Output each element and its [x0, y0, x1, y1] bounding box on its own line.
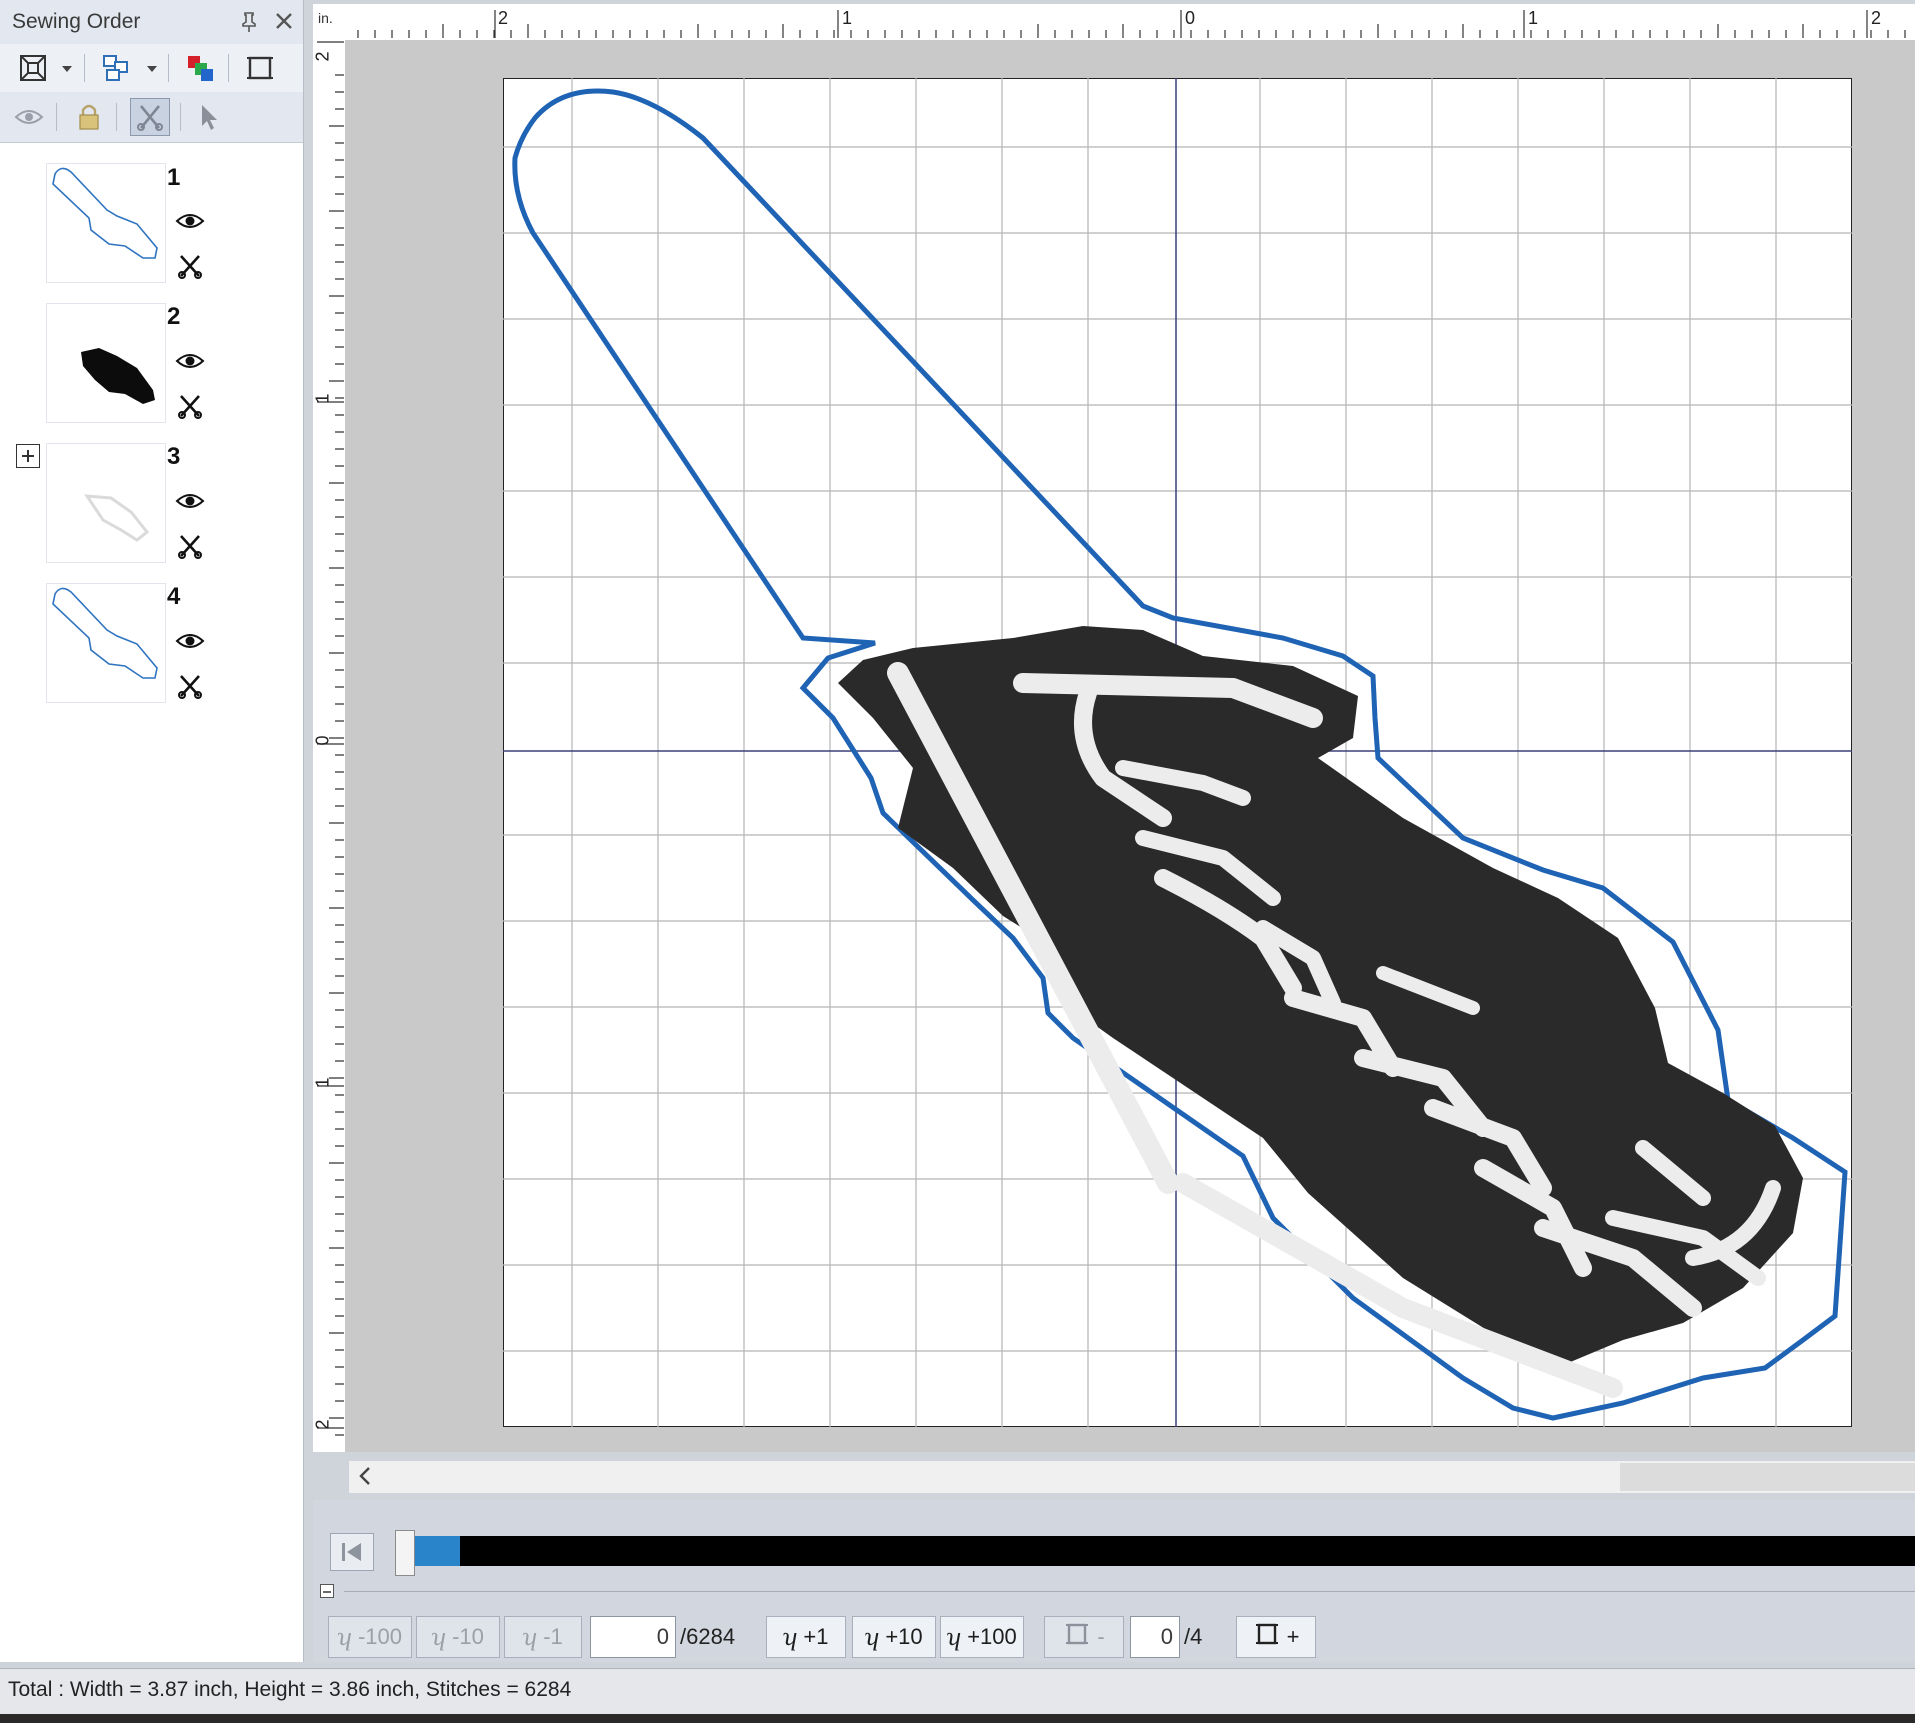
toolbar-divider — [168, 54, 169, 82]
next-color-button[interactable]: + — [1236, 1616, 1316, 1658]
eye-icon[interactable] — [175, 491, 205, 511]
button-label: - — [1097, 1624, 1105, 1649]
button-label: -1 — [543, 1624, 563, 1649]
ruler-label: 2 — [312, 51, 333, 62]
scissors-icon[interactable] — [177, 393, 203, 419]
step-forward-100-button[interactable]: ʮ +100 — [940, 1616, 1024, 1658]
panel-toolbar-2 — [0, 92, 303, 143]
needle-icon: ʮ — [523, 1622, 538, 1651]
scroll-left-icon[interactable] — [356, 1464, 374, 1494]
horizontal-ruler — [313, 4, 1915, 41]
sort-order-icon[interactable] — [100, 51, 134, 85]
button-label: + — [1286, 1624, 1300, 1649]
scissors-icon[interactable] — [177, 533, 203, 559]
layer-number: 1 — [167, 164, 181, 191]
needle-icon: ʮ — [947, 1622, 962, 1651]
chevron-down-icon[interactable] — [62, 66, 72, 72]
status-text: Total : Width = 3.87 inch, Height = 3.86… — [8, 1678, 572, 1701]
pin-icon[interactable] — [238, 10, 260, 34]
stitch-total-label: /6284 — [680, 1624, 736, 1649]
window-bottom-edge — [0, 1714, 1915, 1723]
eye-icon[interactable] — [12, 100, 46, 134]
eye-icon[interactable] — [175, 351, 205, 371]
chevron-down-icon[interactable] — [147, 66, 157, 72]
design-preview[interactable] — [503, 78, 1852, 1427]
collapse-toggle[interactable] — [320, 1584, 334, 1598]
fit-view-icon[interactable] — [16, 51, 50, 85]
ruler-label: 2 — [498, 8, 509, 28]
ruler-label: 0 — [1185, 8, 1196, 28]
rewind-button[interactable] — [330, 1533, 374, 1571]
ruler-label: 1 — [842, 8, 853, 28]
needle-icon: ʮ — [783, 1622, 798, 1651]
layer-thumbnail-2[interactable] — [46, 303, 166, 423]
button-label: +10 — [885, 1624, 923, 1649]
button-label: -100 — [357, 1624, 402, 1649]
frame-icon — [1063, 1620, 1091, 1654]
ruler-label: 1 — [312, 1077, 333, 1088]
ruler-label: 2 — [1871, 8, 1882, 28]
toolbar-divider — [228, 54, 229, 82]
eye-icon[interactable] — [175, 631, 205, 651]
stitch-progress-fill — [415, 1536, 460, 1566]
panel-toolbar-1 — [0, 44, 303, 92]
layer-number: 4 — [167, 583, 181, 610]
step-back-10-button[interactable]: ʮ -10 — [416, 1616, 500, 1658]
layer-number: 2 — [167, 303, 181, 330]
ruler-label: 0 — [312, 735, 333, 746]
step-forward-1-button[interactable]: ʮ +1 — [766, 1616, 846, 1658]
toolbar-divider — [84, 54, 85, 82]
divider-line — [344, 1591, 1915, 1592]
button-label: -10 — [452, 1624, 484, 1649]
step-back-1-button[interactable]: ʮ -1 — [504, 1616, 582, 1658]
vertical-ruler — [313, 40, 346, 1452]
scrollbar-thumb[interactable] — [1620, 1463, 1915, 1491]
close-icon[interactable] — [272, 8, 296, 34]
stitch-number-input[interactable]: 0 — [590, 1616, 676, 1658]
layer-number: 3 — [167, 443, 181, 470]
color-blocks-icon[interactable] — [183, 51, 217, 85]
ruler-label: 2 — [312, 1419, 333, 1430]
layer-thumbnail-1[interactable] — [46, 163, 166, 283]
stitch-progress-track[interactable] — [415, 1536, 1915, 1566]
eye-icon[interactable] — [175, 211, 205, 231]
ruler-units-label: in. — [318, 10, 333, 26]
layer-thumbnail-4[interactable] — [46, 583, 166, 703]
expand-toggle[interactable] — [16, 444, 40, 468]
color-total-label: /4 — [1184, 1624, 1203, 1649]
select-arrow-icon[interactable] — [192, 100, 226, 134]
layer-thumbnail-3[interactable] — [46, 443, 166, 563]
button-label: +100 — [967, 1624, 1017, 1649]
ruler-label: 1 — [312, 393, 333, 404]
stitch-slider-handle[interactable] — [395, 1530, 415, 1576]
scissors-icon[interactable] — [130, 98, 170, 136]
scissors-icon[interactable] — [177, 253, 203, 279]
needle-icon: ʮ — [865, 1622, 880, 1651]
needle-icon: ʮ — [432, 1622, 447, 1651]
button-label: +1 — [803, 1624, 829, 1649]
ruler-label: 1 — [1528, 8, 1539, 28]
color-number-input[interactable]: 0 — [1130, 1616, 1180, 1658]
previous-color-button[interactable]: - — [1044, 1616, 1124, 1658]
frame-icon — [1253, 1620, 1281, 1654]
frame-icon[interactable] — [243, 51, 277, 85]
toolbar-divider — [56, 103, 57, 131]
step-forward-10-button[interactable]: ʮ +10 — [852, 1616, 936, 1658]
needle-icon: ʮ — [338, 1622, 352, 1651]
step-back-100-button[interactable]: ʮ -100 — [328, 1616, 412, 1658]
lock-icon[interactable] — [72, 100, 106, 134]
panel-title: Sewing Order — [12, 10, 141, 33]
toolbar-divider — [116, 103, 117, 131]
scissors-icon[interactable] — [177, 673, 203, 699]
toolbar-divider — [180, 103, 181, 131]
